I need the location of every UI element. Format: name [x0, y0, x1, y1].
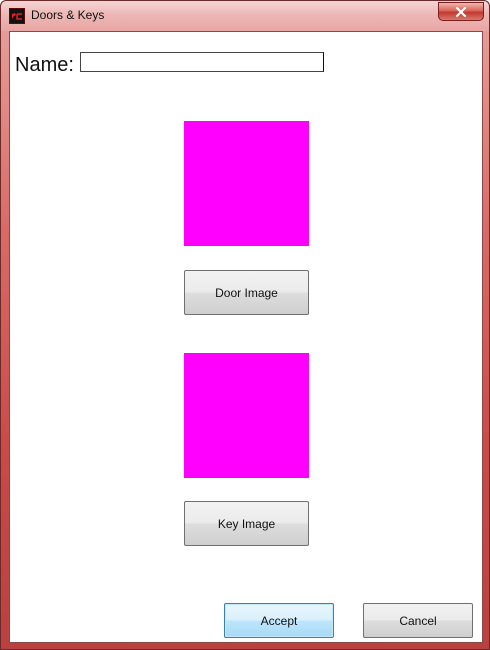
key-image-button[interactable]: Key Image	[184, 501, 309, 546]
door-image-button[interactable]: Door Image	[184, 270, 309, 315]
key-image-preview	[184, 353, 309, 478]
dialog-window: Doors & Keys Name: Door Image Key Image …	[0, 0, 490, 650]
close-icon	[455, 6, 467, 17]
app-logo-icon	[9, 8, 25, 24]
accept-button[interactable]: Accept	[224, 603, 334, 638]
door-image-preview	[184, 121, 309, 246]
close-button[interactable]	[438, 2, 484, 21]
cancel-button[interactable]: Cancel	[363, 603, 473, 638]
dialog-content: Name: Door Image Key Image Accept Cancel	[9, 31, 483, 643]
name-label: Name:	[15, 54, 74, 76]
title-bar[interactable]: Doors & Keys	[1, 1, 489, 31]
name-input[interactable]	[80, 52, 324, 72]
window-title: Doors & Keys	[31, 8, 105, 22]
